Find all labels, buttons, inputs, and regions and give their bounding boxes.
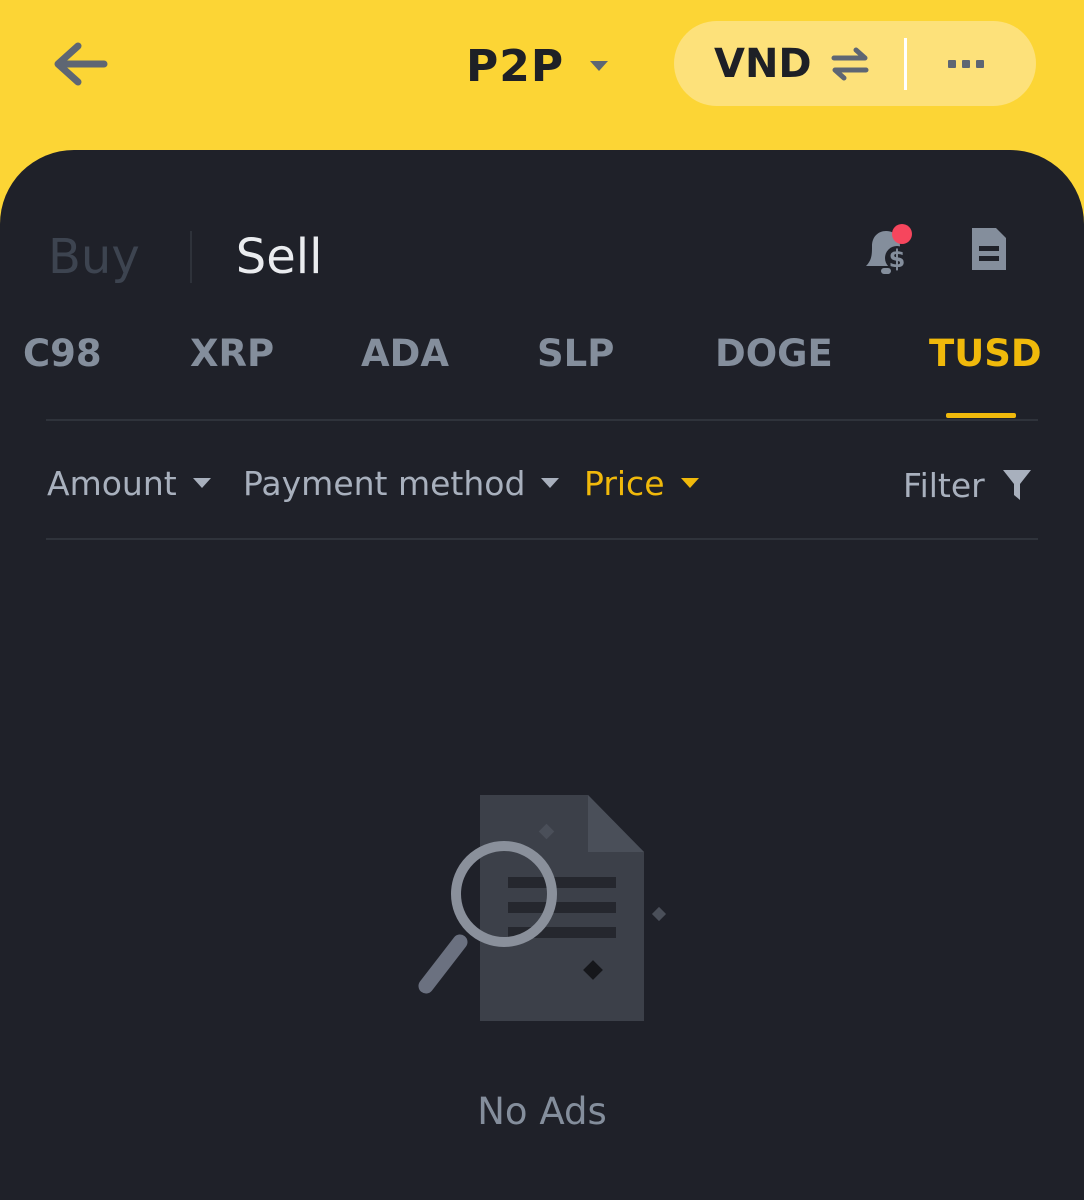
svg-text:$: $ xyxy=(889,245,906,273)
price-filter-label: Price xyxy=(584,463,665,503)
orders-button[interactable] xyxy=(964,224,1012,274)
coin-tab-ada[interactable]: ADA xyxy=(361,332,449,375)
tab-divider xyxy=(189,231,192,283)
more-icon xyxy=(948,60,984,68)
filter-row-divider xyxy=(46,538,1038,540)
trade-type-tabs: Buy Sell xyxy=(48,222,322,292)
pill-divider xyxy=(904,38,907,90)
funnel-icon xyxy=(1002,470,1031,500)
back-button[interactable] xyxy=(48,38,110,90)
tab-sell[interactable]: Sell xyxy=(236,229,323,285)
empty-search-document-icon xyxy=(418,795,667,1021)
price-filter[interactable]: Price xyxy=(584,460,699,506)
amount-filter-label: Amount xyxy=(47,463,177,503)
coin-tab-doge[interactable]: DOGE xyxy=(715,332,833,375)
caret-down-icon xyxy=(680,478,699,488)
back-arrow-icon xyxy=(54,42,108,86)
coin-tab-c98[interactable]: C98 xyxy=(23,332,102,375)
currency-switch-button[interactable]: VND xyxy=(714,21,870,106)
active-tab-indicator xyxy=(946,413,1016,418)
tab-buy[interactable]: Buy xyxy=(48,229,140,285)
coin-tab-slp[interactable]: SLP xyxy=(537,332,614,375)
top-bar: P2P VND xyxy=(0,0,1084,150)
main-panel: Buy Sell $ C98 XRP ADA SLP DOGE TUSD Amo… xyxy=(0,150,1084,1200)
notification-dot xyxy=(892,224,912,244)
caret-down-icon xyxy=(192,478,211,488)
more-button[interactable] xyxy=(936,41,996,87)
amount-filter[interactable]: Amount xyxy=(47,460,211,506)
coin-tab-xrp[interactable]: XRP xyxy=(190,332,274,375)
filter-label: Filter xyxy=(903,465,985,505)
market-selector[interactable]: P2P xyxy=(466,38,609,94)
filter-button[interactable]: Filter xyxy=(903,462,1033,508)
currency-label: VND xyxy=(714,40,812,87)
header-actions-pill: VND xyxy=(674,21,1036,106)
swap-icon xyxy=(831,47,869,80)
coin-tabs-divider xyxy=(46,419,1038,421)
price-alert-button[interactable]: $ xyxy=(858,224,920,280)
coin-tab-tusd[interactable]: TUSD xyxy=(929,332,1042,375)
payment-method-filter-label: Payment method xyxy=(243,463,526,503)
payment-method-filter[interactable]: Payment method xyxy=(243,460,560,506)
order-document-icon xyxy=(972,228,1006,270)
caret-down-icon xyxy=(590,61,609,71)
page-title: P2P xyxy=(466,40,565,92)
empty-state-message: No Ads xyxy=(477,1090,607,1133)
caret-down-icon xyxy=(541,478,560,488)
